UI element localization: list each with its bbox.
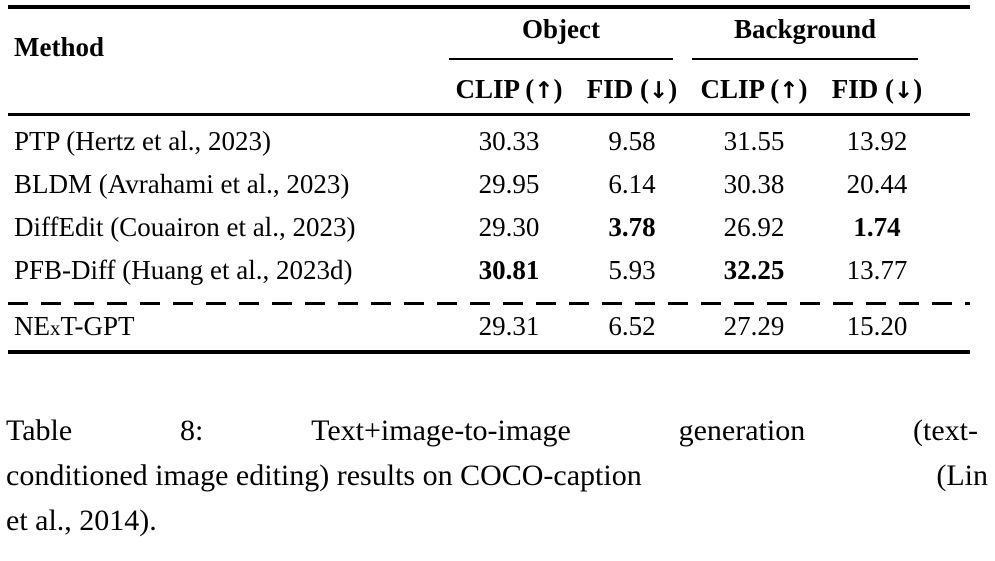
cmidrule-object [449, 58, 673, 60]
caption-line-3: et al., 2014). [6, 504, 157, 537]
arrow-up-icon: ↑ [779, 78, 799, 104]
method-smallcap: x [50, 316, 61, 340]
cell-background-clip: 30.38 [723, 169, 785, 199]
cell-background-fid: 20.44 [846, 169, 908, 199]
caption-text-1: Text+image-to-image [311, 414, 571, 447]
cell-object-clip: 30.33 [478, 126, 540, 156]
arrow-down-icon: ↓ [648, 78, 669, 104]
cell-method: BLDM (Avrahami et al., 2023) [14, 169, 350, 199]
table-row: DiffEdit (Couairon et al., 2023) 29.30 3… [8, 207, 970, 250]
caption-label-word: Table [6, 414, 73, 447]
results-table: Method Object Background CLIP (↑) FID (↓… [8, 0, 970, 360]
caption-line-1: Table 8: Text+image-to-image generation … [6, 408, 978, 453]
cell-method: NExT-GPT [14, 306, 135, 349]
cell-object-clip: 29.31 [478, 311, 540, 341]
column-header-background-fid: FID (↓) [831, 74, 923, 104]
cell-object-clip: 29.95 [478, 169, 540, 199]
metric-name: FID [586, 74, 634, 104]
metric-name: CLIP [455, 74, 519, 104]
cell-background-fid: 1.74 [853, 212, 901, 242]
arrow-up-icon: ↑ [534, 78, 554, 104]
caption-text-4: conditioned image editing) results on CO… [6, 459, 642, 492]
cell-object-clip: 30.81 [478, 255, 540, 285]
column-header-object-fid: FID (↓) [586, 74, 678, 104]
cell-method: PFB-Diff (Huang et al., 2023d) [14, 255, 353, 285]
table-bottomrule [8, 350, 970, 354]
dashed-separator-rule [8, 302, 970, 305]
method-prefix: NE [14, 311, 50, 341]
caption-text-2: generation [678, 414, 806, 447]
column-group-header-background: Background [733, 14, 877, 44]
table-header-rule [8, 113, 970, 116]
column-header-method: Method [14, 32, 104, 62]
cell-background-fid: 15.20 [846, 311, 908, 341]
column-group-header-object: Object [522, 14, 600, 44]
cell-background-fid: 13.77 [846, 255, 908, 285]
metric-name: FID [831, 74, 879, 104]
cell-background-clip: 32.25 [723, 255, 785, 285]
metric-name: CLIP [700, 74, 764, 104]
caption-text-3: (text- [913, 414, 978, 447]
cell-background-clip: 26.92 [723, 212, 785, 242]
table-row: BLDM (Avrahami et al., 2023) 29.95 6.14 … [8, 164, 970, 207]
method-suffix: T-GPT [60, 311, 135, 341]
cell-object-clip: 29.30 [478, 212, 540, 242]
column-header-background-clip: CLIP (↑) [700, 74, 808, 104]
cell-background-clip: 27.29 [723, 311, 785, 341]
table-row: PTP (Hertz et al., 2023) 30.33 9.58 31.5… [8, 121, 970, 164]
cell-object-fid: 5.93 [608, 255, 656, 285]
cell-method: DiffEdit (Couairon et al., 2023) [14, 212, 356, 242]
caption-label-number: 8: [179, 414, 204, 447]
table-figure: Method Object Background CLIP (↑) FID (↓… [0, 0, 995, 561]
cell-object-fid: 9.58 [608, 126, 656, 156]
arrow-down-icon: ↓ [893, 78, 914, 104]
cell-object-fid: 6.52 [608, 311, 656, 341]
column-header-object-clip: CLIP (↑) [455, 74, 563, 104]
table-row: PFB-Diff (Huang et al., 2023d) 30.81 5.9… [8, 250, 970, 293]
cell-method: PTP (Hertz et al., 2023) [14, 126, 271, 156]
cell-background-fid: 13.92 [846, 126, 908, 156]
table-caption: Table 8: Text+image-to-image generation … [6, 408, 988, 543]
cmidrule-background [692, 58, 918, 60]
cell-object-fid: 6.14 [608, 169, 656, 199]
cell-background-clip: 31.55 [723, 126, 785, 156]
table-row: NExT-GPT 29.31 6.52 27.29 15.20 [8, 306, 970, 349]
cell-object-fid: 3.78 [608, 212, 656, 242]
table-toprule [8, 5, 970, 9]
caption-line-2: conditioned image editing) results on CO… [6, 453, 988, 498]
caption-text-5: (Lin [936, 459, 988, 492]
